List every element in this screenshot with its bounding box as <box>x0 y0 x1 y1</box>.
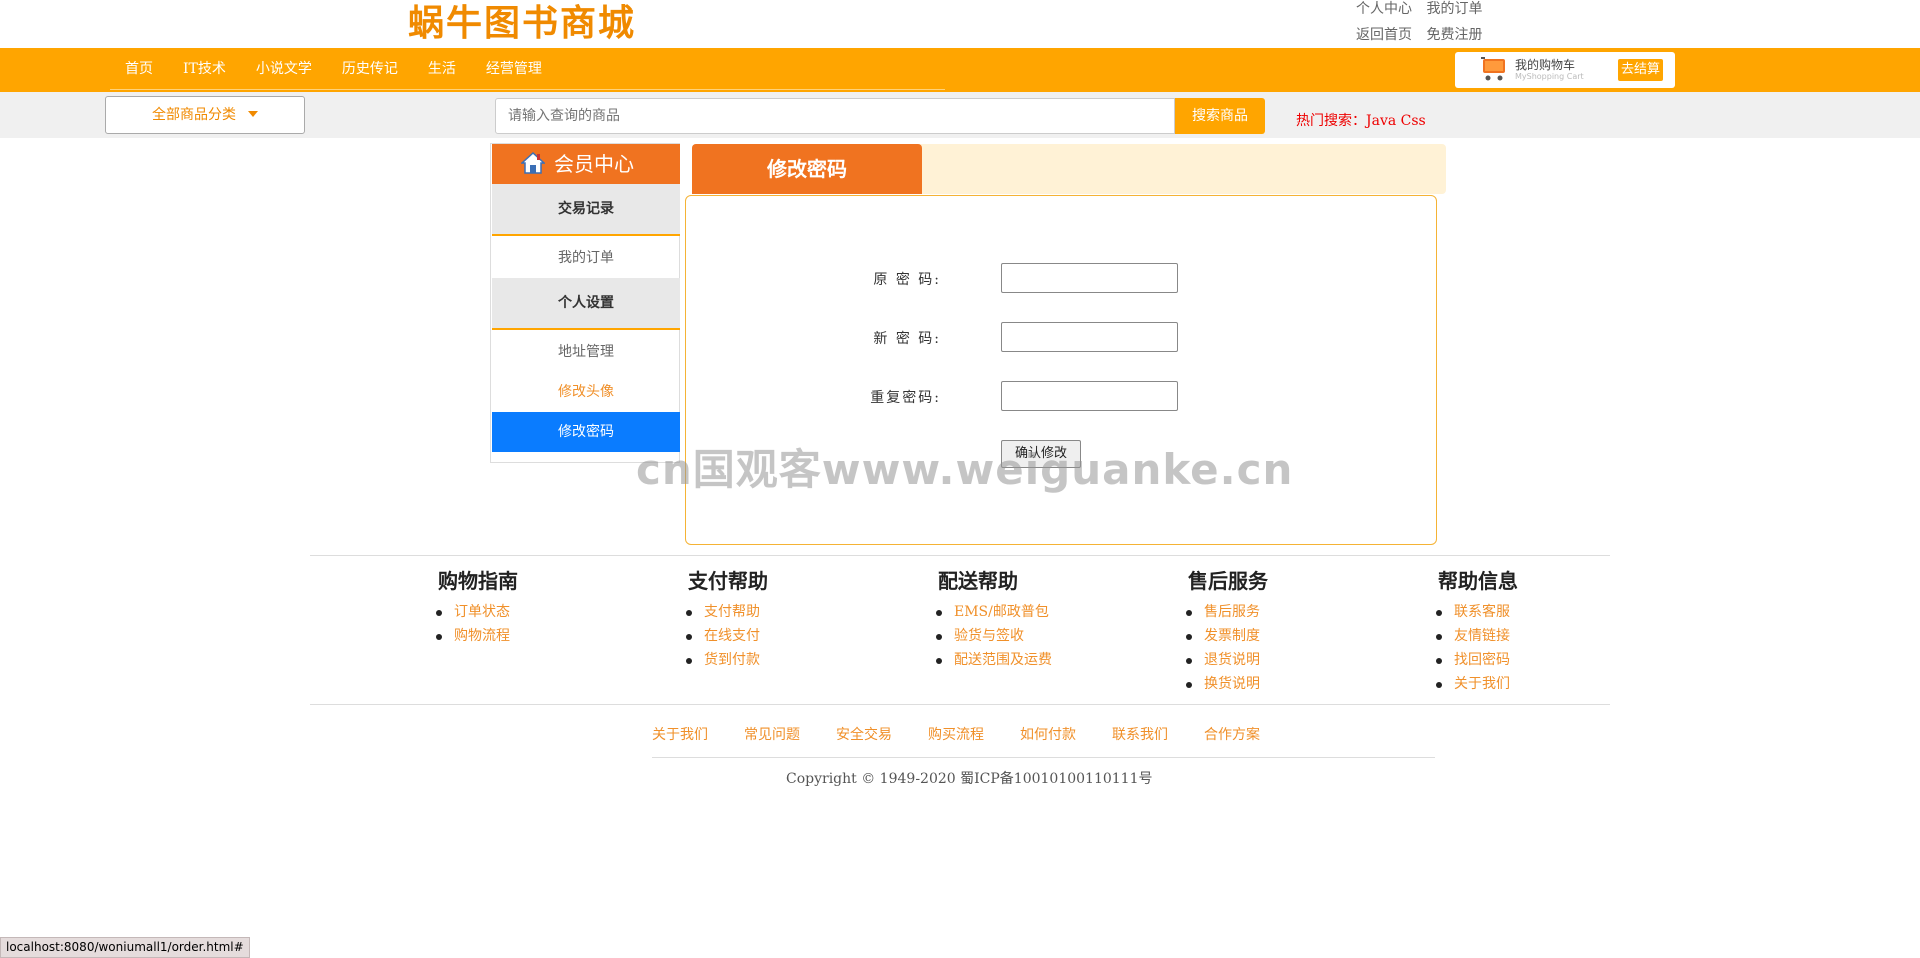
cart-icon <box>1481 57 1505 81</box>
bottom-link-contact[interactable]: 联系我们 <box>1112 724 1168 744</box>
footer-link[interactable]: 配送范围及运费 <box>936 648 1056 672</box>
footer-link[interactable]: 友情链接 <box>1436 624 1636 648</box>
footer-link[interactable]: 换货说明 <box>1186 672 1386 696</box>
main-nav: 首页 IT技术 小说文学 历史传记 生活 经营管理 我的购物车 MyShoppi… <box>0 48 1920 92</box>
old-password-input[interactable] <box>1001 263 1178 293</box>
category-label: 全部商品分类 <box>152 107 236 123</box>
link-home[interactable]: 返回首页 <box>1356 27 1412 43</box>
copyright-divider <box>652 757 1435 758</box>
footer-col-shopping-guide: 购物指南 订单状态 购物流程 <box>436 565 636 648</box>
bottom-link-how-to-pay[interactable]: 如何付款 <box>1020 724 1076 744</box>
footer-link[interactable]: 支付帮助 <box>686 600 886 624</box>
old-password-label: 原 密 码: <box>873 272 941 288</box>
copyright-text: Copyright © 1949-2020 蜀ICP备1001010011011… <box>786 771 1153 787</box>
footer-col-after-sales: 售后服务 售后服务 发票制度 退货说明 换货说明 <box>1186 565 1386 696</box>
nav-item-home[interactable]: 首页 <box>110 48 168 89</box>
bottom-link-faq[interactable]: 常见问题 <box>744 724 800 744</box>
nav-item-management[interactable]: 经营管理 <box>471 48 557 89</box>
footer-link[interactable]: 联系客服 <box>1436 600 1636 624</box>
footer-divider-bottom <box>310 704 1610 705</box>
nav-item-life[interactable]: 生活 <box>413 48 471 89</box>
old-password-row: 原 密 码: <box>686 263 1438 293</box>
new-password-label: 新 密 码: <box>873 331 941 347</box>
footer-divider-top <box>310 555 1610 556</box>
link-register[interactable]: 免费注册 <box>1426 27 1482 43</box>
repeat-password-row: 重复密码: <box>686 381 1438 411</box>
section-transactions: 交易记录 <box>492 184 680 236</box>
hot-search[interactable]: 热门搜索：Java Css <box>1296 110 1426 130</box>
footer-col-title: 购物指南 <box>438 569 518 593</box>
nav-item-it[interactable]: IT技术 <box>168 48 241 89</box>
shopping-cart[interactable]: 我的购物车 MyShopping Cart 去结算 <box>1455 52 1675 88</box>
sidebar-header: 会员中心 <box>492 144 680 184</box>
nav-menu: 首页 IT技术 小说文学 历史传记 生活 经营管理 <box>110 48 945 90</box>
bottom-link-about[interactable]: 关于我们 <box>652 724 708 744</box>
footer-link[interactable]: 在线支付 <box>686 624 886 648</box>
site-logo[interactable]: 蜗牛图书商城 <box>408 0 636 46</box>
nav-item-history[interactable]: 历史传记 <box>327 48 413 89</box>
link-user-center[interactable]: 个人中心 <box>1356 1 1412 17</box>
cart-title: 我的购物车 <box>1515 58 1576 72</box>
repeat-password-label: 重复密码: <box>870 390 941 406</box>
footer-link[interactable]: 退货说明 <box>1186 648 1386 672</box>
repeat-password-input[interactable] <box>1001 381 1178 411</box>
footer-link[interactable]: 找回密码 <box>1436 648 1636 672</box>
footer-link[interactable]: 验货与签收 <box>936 624 1056 648</box>
member-sidebar: 会员中心 交易记录 我的订单 个人设置 地址管理 修改头像 修改密码 <box>490 143 680 463</box>
footer-link[interactable]: EMS/邮政普包 <box>936 600 1056 624</box>
bottom-links: 关于我们 常见问题 安全交易 购买流程 如何付款 联系我们 合作方案 <box>652 724 1452 744</box>
checkout-button[interactable]: 去结算 <box>1618 59 1664 81</box>
sidebar-item-address[interactable]: 地址管理 <box>492 332 680 372</box>
confirm-button[interactable]: 确认修改 <box>1001 440 1081 468</box>
new-password-row: 新 密 码: <box>686 322 1438 352</box>
sidebar-item-my-orders[interactable]: 我的订单 <box>492 238 680 278</box>
category-dropdown[interactable]: 全部商品分类 <box>105 96 305 134</box>
nav-item-fiction[interactable]: 小说文学 <box>241 48 327 89</box>
bottom-link-buy-process[interactable]: 购买流程 <box>928 724 984 744</box>
caret-down-icon <box>248 111 258 117</box>
footer-link[interactable]: 购物流程 <box>436 624 636 648</box>
footer-col-delivery-help: 配送帮助 EMS/邮政普包 验货与签收 配送范围及运费 <box>936 565 1056 672</box>
browser-status-bar: localhost:8080/woniumall1/order.html# <box>0 937 250 958</box>
footer-link[interactable]: 售后服务 <box>1186 600 1386 624</box>
top-header: 蜗牛图书商城 个人中心 我的订单 返回首页 免费注册 <box>0 0 1920 48</box>
footer-link[interactable]: 发票制度 <box>1186 624 1386 648</box>
bottom-link-safe-trade[interactable]: 安全交易 <box>836 724 892 744</box>
panel-title: 修改密码 <box>692 144 922 194</box>
footer-link[interactable]: 关于我们 <box>1436 672 1636 696</box>
sidebar-title: 会员中心 <box>554 152 634 176</box>
top-links: 个人中心 我的订单 返回首页 免费注册 <box>1356 0 1492 48</box>
search-button[interactable]: 搜索商品 <box>1175 98 1265 134</box>
bottom-link-cooperation[interactable]: 合作方案 <box>1204 724 1260 744</box>
footer-col-help-info: 帮助信息 联系客服 友情链接 找回密码 关于我们 <box>1436 565 1636 696</box>
sidebar-item-password[interactable]: 修改密码 <box>492 412 680 452</box>
footer-link[interactable]: 货到付款 <box>686 648 886 672</box>
footer-col-title: 支付帮助 <box>688 569 768 593</box>
link-my-orders[interactable]: 我的订单 <box>1426 1 1482 17</box>
footer-col-title: 配送帮助 <box>938 569 1018 593</box>
search-input[interactable] <box>495 98 1175 134</box>
sidebar-item-avatar[interactable]: 修改头像 <box>492 372 680 412</box>
section-personal-settings: 个人设置 <box>492 278 680 330</box>
footer-col-title: 帮助信息 <box>1438 569 1518 593</box>
cart-subtitle: MyShopping Cart <box>1515 72 1584 81</box>
footer-col-title: 售后服务 <box>1188 569 1268 593</box>
footer-link[interactable]: 订单状态 <box>436 600 636 624</box>
password-form: 原 密 码: 新 密 码: 重复密码: 确认修改 <box>685 195 1437 545</box>
footer-col-payment-help: 支付帮助 支付帮助 在线支付 货到付款 <box>686 565 886 672</box>
new-password-input[interactable] <box>1001 322 1178 352</box>
home-icon <box>521 152 545 174</box>
search-bar: 全部商品分类 搜索商品 热门搜索：Java Css <box>0 92 1920 138</box>
